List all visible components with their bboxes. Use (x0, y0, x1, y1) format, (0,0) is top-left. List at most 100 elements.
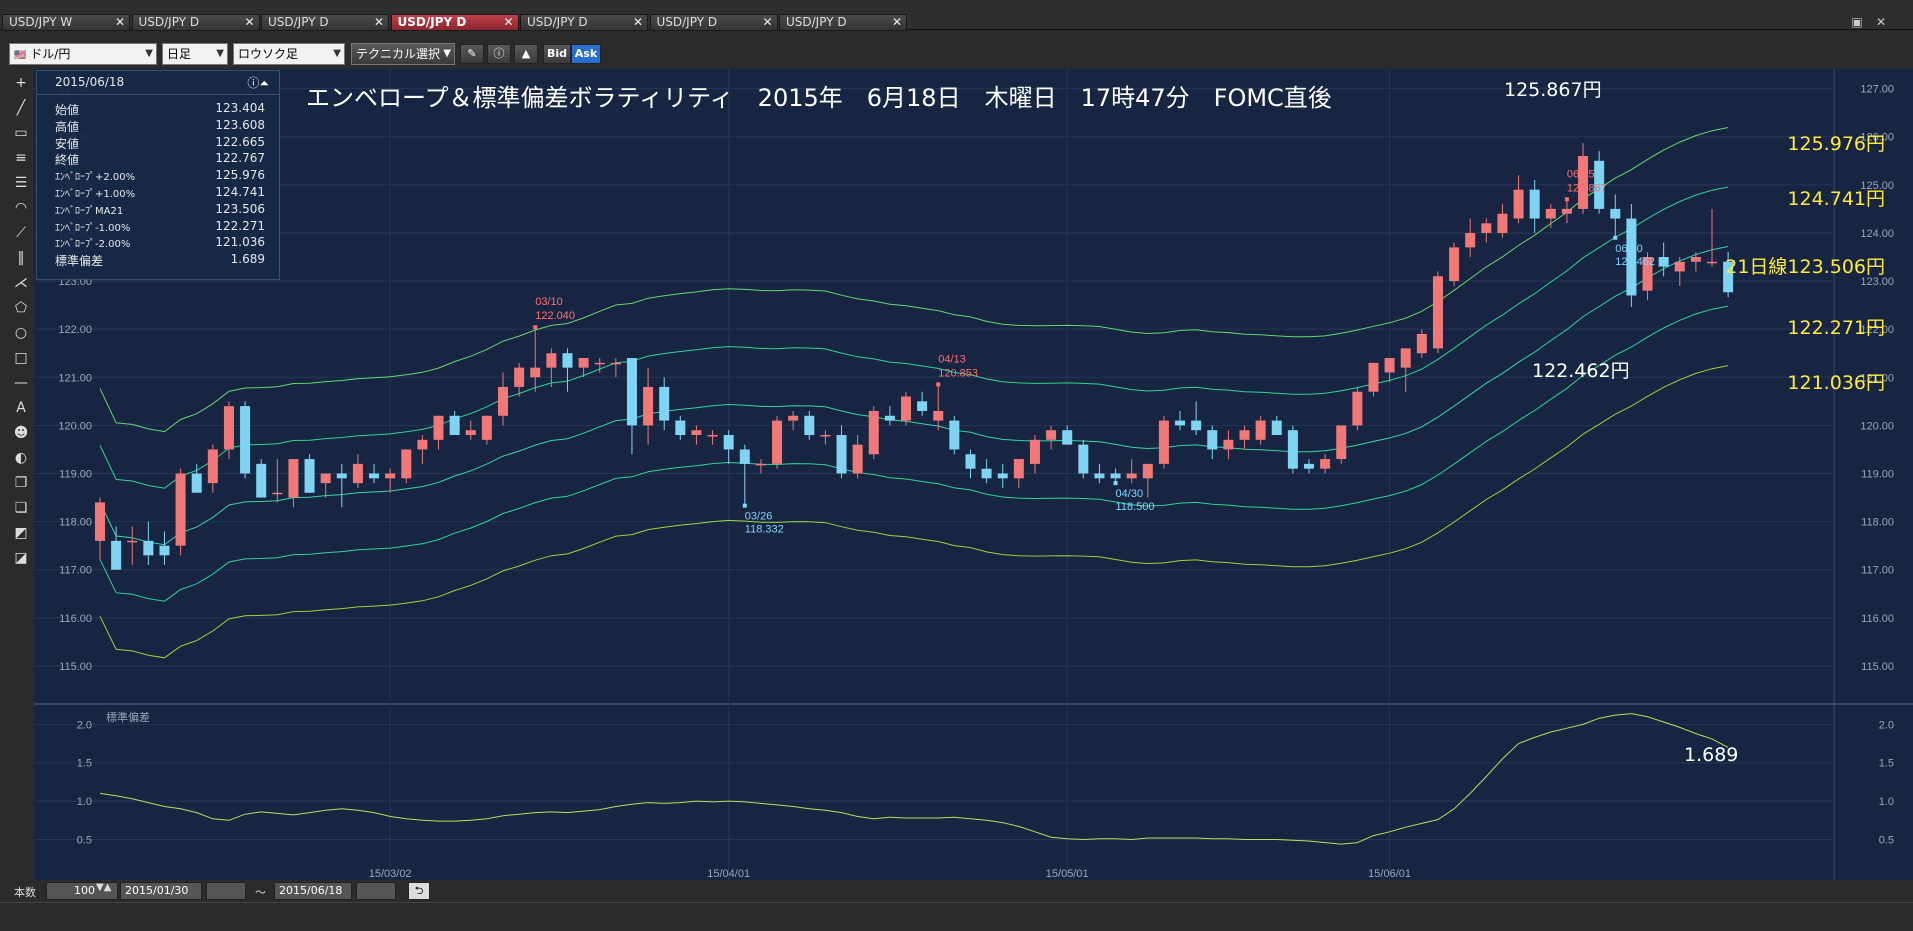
candle-body (901, 396, 911, 421)
info-label: 高値 (55, 119, 80, 134)
mountain-icon[interactable]: ▲ (514, 44, 538, 64)
annotation-marker (1613, 235, 1618, 240)
pentagon-icon[interactable]: ⬠ (9, 297, 33, 319)
y-tick-label: 119.00 (1861, 469, 1894, 481)
trendline-icon[interactable]: ╱ (9, 97, 33, 119)
copy-icon[interactable]: ❐ (9, 472, 33, 494)
technical-select[interactable]: テクニカル選択 ▼ (351, 43, 455, 65)
close-tab-icon[interactable]: ✕ (892, 15, 902, 30)
chart-type-select[interactable]: ロウソク足 ▼ (233, 43, 345, 65)
info-value: 122.665 (215, 134, 265, 149)
fan-icon[interactable]: ◠ (9, 197, 33, 219)
candle-body (933, 410, 944, 421)
candle-body (1191, 420, 1202, 431)
candle-body (143, 540, 154, 556)
candle-body (917, 401, 928, 411)
line-icon[interactable]: — (9, 372, 33, 394)
eraser-icon[interactable]: ◩ (9, 522, 33, 544)
pitchfork-icon[interactable]: ⋌ (9, 272, 33, 294)
tab-3[interactable]: USD/JPY D ✕ (261, 14, 389, 31)
to-date-field[interactable]: 2015/06/18 (274, 882, 352, 900)
close-tab-icon[interactable]: ✕ (633, 15, 643, 30)
candle-body (755, 463, 766, 466)
y-tick-label: 124.00 (1860, 228, 1894, 240)
y-tick-label: 117.00 (1861, 565, 1894, 577)
sub-y-tick-label: 2.0 (1879, 719, 1894, 731)
candlestick-chart[interactable]: 127.00127.00126.00126.00125.00125.00124.… (34, 69, 1913, 881)
sub-y-tick-label: 0.5 (1879, 834, 1894, 846)
bid-button[interactable]: Bid (543, 44, 571, 64)
ruler-icon[interactable]: ▭ (9, 122, 33, 144)
candle-body (852, 444, 863, 474)
info-row: 安値 122.665 (55, 135, 277, 151)
count-stepper-icon[interactable]: ▼▲ (96, 882, 111, 893)
candle-body (1707, 261, 1717, 264)
erase-all-icon[interactable]: ◪ (9, 547, 33, 569)
info-icon[interactable]: ⓘ (487, 44, 511, 64)
tab-1[interactable]: USD/JPY W ✕ (2, 14, 130, 31)
currency-pair-select[interactable]: 🇺🇸 ドル/円 ▼ (9, 43, 157, 65)
candle-body (723, 435, 734, 450)
y-tick-label: 118.00 (1861, 517, 1894, 529)
candle-body (1207, 430, 1218, 450)
annotation-date: 06/10 (1615, 243, 1643, 255)
vertical-lines-icon[interactable]: ‖ (9, 247, 33, 269)
y-tick-label-left: 121.00 (58, 372, 92, 384)
candle-body (1062, 430, 1073, 445)
candle-body (1449, 247, 1460, 282)
close-tab-icon[interactable]: ✕ (244, 15, 254, 30)
candle-body (256, 463, 267, 498)
info-value: 123.608 (215, 117, 265, 132)
candle-body (1255, 420, 1266, 440)
flag-icon: 🇺🇸 (14, 50, 27, 61)
channel-icon[interactable]: ☰ (9, 172, 33, 194)
close-tab-icon[interactable]: ✕ (374, 15, 384, 30)
candle-body (336, 473, 347, 479)
candle-body (1561, 208, 1572, 214)
to-time-field[interactable] (356, 882, 396, 900)
tab-4[interactable]: USD/JPY D ✕ (390, 14, 519, 31)
paste-icon[interactable]: ❏ (9, 497, 33, 519)
period-select[interactable]: 日足 ▼ (162, 43, 228, 65)
close-icon[interactable]: ✕ (1870, 14, 1892, 30)
chart-area[interactable]: 127.00127.00126.00126.00125.00125.00124.… (34, 69, 1913, 881)
close-tab-icon[interactable]: ✕ (762, 15, 772, 30)
tab-5[interactable]: USD/JPY D ✕ (520, 14, 648, 31)
info-label: ｴﾝﾍﾞﾛｰﾌﾟ-2.00% (55, 239, 131, 251)
candle-body (610, 362, 621, 365)
from-date-field[interactable]: 2015/01/30 (120, 882, 202, 900)
tab-6[interactable]: USD/JPY D ✕ (649, 14, 778, 31)
horizontal-line-icon[interactable]: ≡ (9, 147, 33, 169)
close-tab-icon[interactable]: ✕ (115, 15, 125, 30)
maximize-icon[interactable]: ▣ (1846, 14, 1868, 30)
annotation-marker (1564, 197, 1569, 202)
candle-body (820, 435, 831, 437)
icon-stamp-icon[interactable]: ☻ (9, 422, 33, 444)
ask-button[interactable]: Ask (571, 44, 601, 64)
info-row: ｴﾝﾍﾞﾛｰﾌﾟ-1.00% 122.271 (55, 219, 277, 235)
rectangle-icon[interactable]: □ (9, 347, 33, 369)
info-toggle-icon[interactable]: ⓘ⏶ (247, 74, 269, 91)
y-tick-label-left: 119.00 (59, 469, 92, 481)
candle-body (159, 545, 170, 556)
y-tick-label: 127.00 (1860, 84, 1894, 96)
from-time-field[interactable] (206, 882, 246, 900)
candle-body (514, 367, 525, 387)
close-tab-icon[interactable]: ✕ (503, 15, 513, 30)
crosshair-icon[interactable]: + (9, 72, 33, 94)
info-date: 2015/06/18 (55, 75, 125, 89)
pen-icon[interactable]: ✎ (460, 44, 484, 64)
candle-body (1078, 444, 1089, 474)
annotation-date: 03/10 (535, 296, 563, 308)
gann-icon[interactable]: ⟋ (9, 222, 33, 244)
tab-7[interactable]: USD/JPY D ✕ (779, 14, 907, 31)
tab-label: USD/JPY W (9, 15, 73, 29)
candle-body (1674, 261, 1685, 272)
tab-bar: USD/JPY W ✕ USD/JPY D ✕ USD/JPY D ✕ USD/JPY D ✕… (0, 0, 1913, 31)
magnet-icon[interactable]: ◐ (9, 447, 33, 469)
refresh-icon[interactable]: ⮌ (408, 882, 430, 900)
tab-2[interactable]: USD/JPY D ✕ (131, 14, 260, 31)
text-icon[interactable]: A (9, 397, 33, 419)
circle-icon[interactable]: ○ (9, 322, 33, 344)
annotation-date: 04/30 (1116, 488, 1144, 500)
